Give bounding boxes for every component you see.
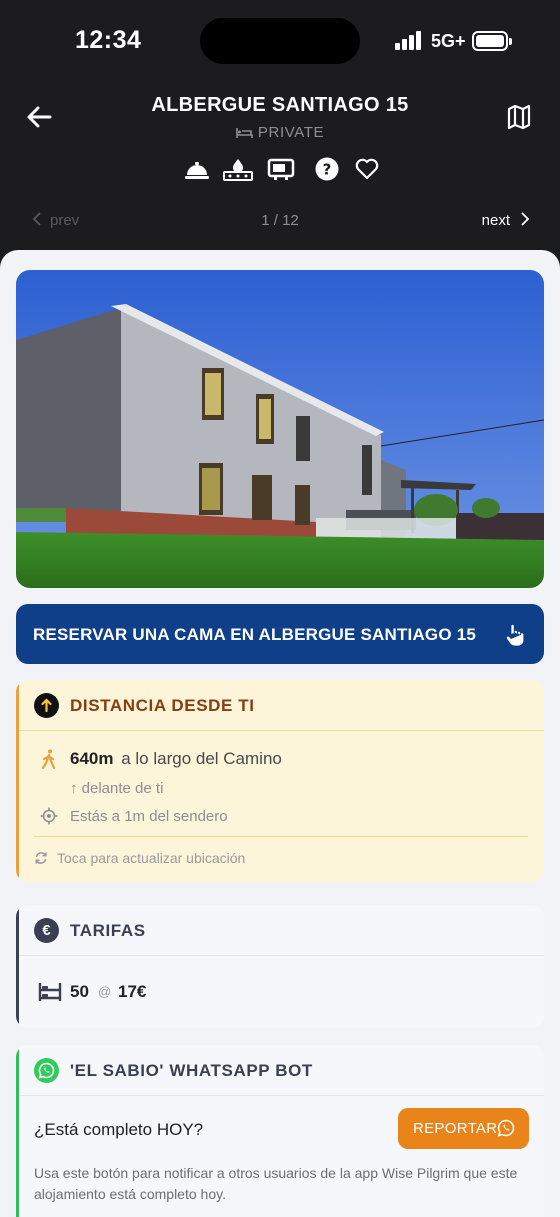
- pager: prev 1 / 12 next: [0, 212, 560, 234]
- report-button[interactable]: REPORTAR: [398, 1108, 529, 1149]
- fees-card-title: TARIFAS: [70, 921, 146, 940]
- reception-bell-icon: [184, 156, 210, 182]
- svg-text:?: ?: [323, 161, 332, 179]
- bed-price: 17€: [118, 982, 147, 1001]
- whatsapp-icon: [497, 1119, 515, 1137]
- whatsapp-bot-card: 'EL SABIO' WHATSAPP BOT ¿Está completo H…: [16, 1045, 544, 1217]
- arrow-up-icon: [34, 693, 59, 718]
- accommodation-type-label: PRIVATE: [257, 124, 325, 141]
- fees-card: € TARIFAS 50 @ 17€: [16, 905, 544, 1028]
- refresh-icon: [35, 852, 47, 864]
- map-icon: [507, 104, 531, 130]
- divider: [19, 955, 544, 956]
- distance-text: a lo largo del Camino: [121, 749, 282, 768]
- network-type: 5G+: [431, 31, 466, 51]
- kitchen-stove-icon: [223, 156, 253, 182]
- next-label: next: [481, 212, 510, 229]
- status-time: 12:34: [75, 26, 142, 54]
- distance-card-header: DISTANCIA DESDE TI: [16, 680, 544, 730]
- tap-hand-icon: [506, 624, 525, 647]
- euro-icon: €: [34, 918, 59, 943]
- distance-card-title: DISTANCIA DESDE TI: [70, 696, 255, 715]
- distance-card[interactable]: DISTANCIA DESDE TI 640m a lo largo del C…: [16, 680, 544, 882]
- albergue-photo[interactable]: [16, 270, 544, 588]
- content-sheet: RESERVAR UNA CAMA EN ALBERGUE SANTIAGO 1…: [0, 250, 560, 1217]
- book-bed-label: RESERVAR UNA CAMA EN ALBERGUE SANTIAGO 1…: [33, 625, 477, 644]
- divider: [19, 730, 544, 731]
- report-label: REPORTAR: [413, 1120, 498, 1137]
- tv-icon: [267, 156, 295, 182]
- ahead-text: ↑ delante de ti: [70, 780, 164, 797]
- map-button[interactable]: [504, 102, 534, 132]
- book-bed-button[interactable]: RESERVAR UNA CAMA EN ALBERGUE SANTIAGO 1…: [16, 604, 544, 664]
- dynamic-island: [200, 18, 360, 64]
- battery-icon: [472, 31, 512, 51]
- location-target-icon: [40, 807, 58, 825]
- accommodation-type: PRIVATE: [0, 124, 560, 141]
- page-count: 1 / 12: [261, 212, 299, 229]
- bed-icon: [236, 128, 253, 138]
- favorite-heart-icon[interactable]: [354, 156, 380, 182]
- next-button[interactable]: next: [482, 212, 530, 229]
- whatsapp-card-header: 'EL SABIO' WHATSAPP BOT: [16, 1045, 544, 1095]
- bunk-bed-icon: [38, 983, 62, 1001]
- distance-value: 640m: [70, 749, 114, 768]
- cellular-signal-icon: [395, 30, 425, 50]
- bed-count: 50: [70, 982, 89, 1001]
- divider: [34, 836, 528, 837]
- header: ALBERGUE SANTIAGO 15 PRIVATE ? prev 1 / …: [0, 84, 560, 250]
- refresh-location-text: Toca para actualizar ubicación: [57, 850, 246, 866]
- whatsapp-icon: [34, 1058, 59, 1083]
- full-today-question: ¿Está completo HOY?: [34, 1120, 204, 1139]
- fees-card-header: € TARIFAS: [16, 905, 544, 955]
- at-symbol: @: [98, 984, 112, 999]
- page-title: ALBERGUE SANTIAGO 15: [151, 94, 409, 116]
- status-bar: 12:34 5G+: [0, 0, 560, 84]
- walking-person-icon: [41, 749, 56, 769]
- chevron-right-icon: [521, 212, 530, 226]
- report-note: Usa este botón para notificar a otros us…: [34, 1165, 518, 1202]
- trail-distance-text: Estás a 1m del sendero: [70, 808, 228, 825]
- help-icon: ?: [314, 156, 340, 182]
- divider: [19, 1095, 544, 1096]
- whatsapp-card-title: 'EL SABIO' WHATSAPP BOT: [70, 1061, 313, 1080]
